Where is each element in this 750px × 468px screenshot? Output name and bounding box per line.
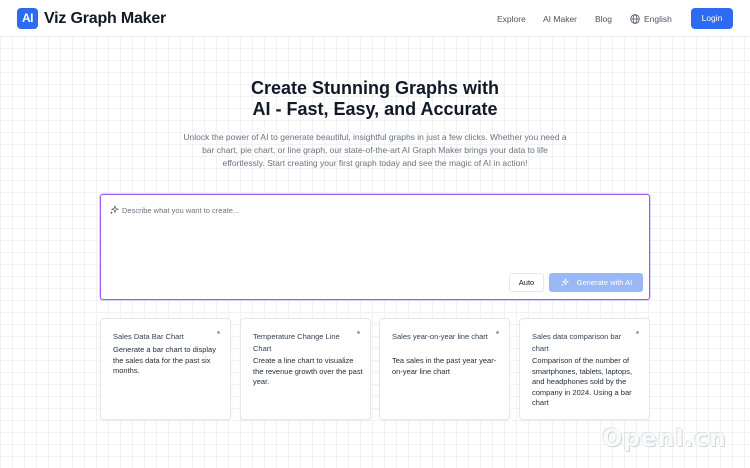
prompt-input[interactable]	[122, 203, 622, 217]
app-name: Viz Graph Maker	[44, 9, 167, 27]
example-card-sales-yoy-line[interactable]: Sales year-on-year line chart Tea sales …	[379, 318, 510, 420]
sparkle-icon	[560, 278, 569, 287]
dot-icon	[217, 331, 220, 334]
nav-blog-link[interactable]: Blog	[595, 0, 612, 37]
dot-icon	[636, 331, 639, 334]
sparkle-icon	[110, 205, 119, 215]
language-selector[interactable]: English	[630, 0, 672, 37]
page-title: Create Stunning Graphs with AI - Fast, E…	[0, 78, 750, 120]
example-card-title: Sales year-on-year line chart	[392, 332, 488, 341]
globe-icon	[630, 13, 640, 24]
dot-icon	[496, 331, 499, 334]
watermark: OpenI.cn	[602, 424, 727, 452]
login-button[interactable]: Login	[691, 8, 733, 29]
auto-mode-button[interactable]: Auto	[509, 273, 544, 292]
generate-with-ai-button[interactable]: Generate with AI	[549, 273, 643, 292]
logo-badge: AI	[17, 8, 38, 29]
example-card-description: Tea sales in the past year year-on-year …	[392, 356, 497, 376]
generate-button-label: Generate with AI	[576, 278, 633, 287]
hero-description: Unlock the power of AI to generate beaut…	[183, 132, 567, 168]
example-card-temperature-line[interactable]: Temperature Change Line Chart Create a l…	[240, 318, 371, 420]
nav-explore-link[interactable]: Explore	[497, 0, 526, 37]
nav-ai-maker-link[interactable]: AI Maker	[543, 0, 577, 37]
page-title-line-2: AI - Fast, Easy, and Accurate	[252, 99, 498, 119]
example-card-description: Create a line chart to visualize the rev…	[253, 356, 363, 386]
logo[interactable]: AI Viz Graph Maker	[17, 8, 166, 29]
example-card-sales-bar[interactable]: Sales Data Bar Chart Generate a bar char…	[100, 318, 231, 420]
example-card-title: Sales Data Bar Chart	[113, 332, 184, 341]
example-card-description: Generate a bar chart to display the sale…	[113, 345, 216, 375]
top-nav-bar: AI Viz Graph Maker Explore AI Maker Blog…	[0, 0, 750, 37]
example-card-description: Comparison of the number of smartphones,…	[532, 356, 633, 407]
example-card-sales-comparison-bar[interactable]: Sales data comparison bar chart Comparis…	[519, 318, 650, 420]
example-card-title: Sales data comparison bar chart	[532, 332, 622, 353]
language-label: English	[644, 13, 672, 24]
prompt-box: Auto Generate with AI	[100, 194, 650, 300]
page-title-line-1: Create Stunning Graphs with	[250, 78, 500, 98]
example-card-title: Temperature Change Line Chart	[253, 332, 340, 353]
dot-icon	[357, 331, 360, 334]
